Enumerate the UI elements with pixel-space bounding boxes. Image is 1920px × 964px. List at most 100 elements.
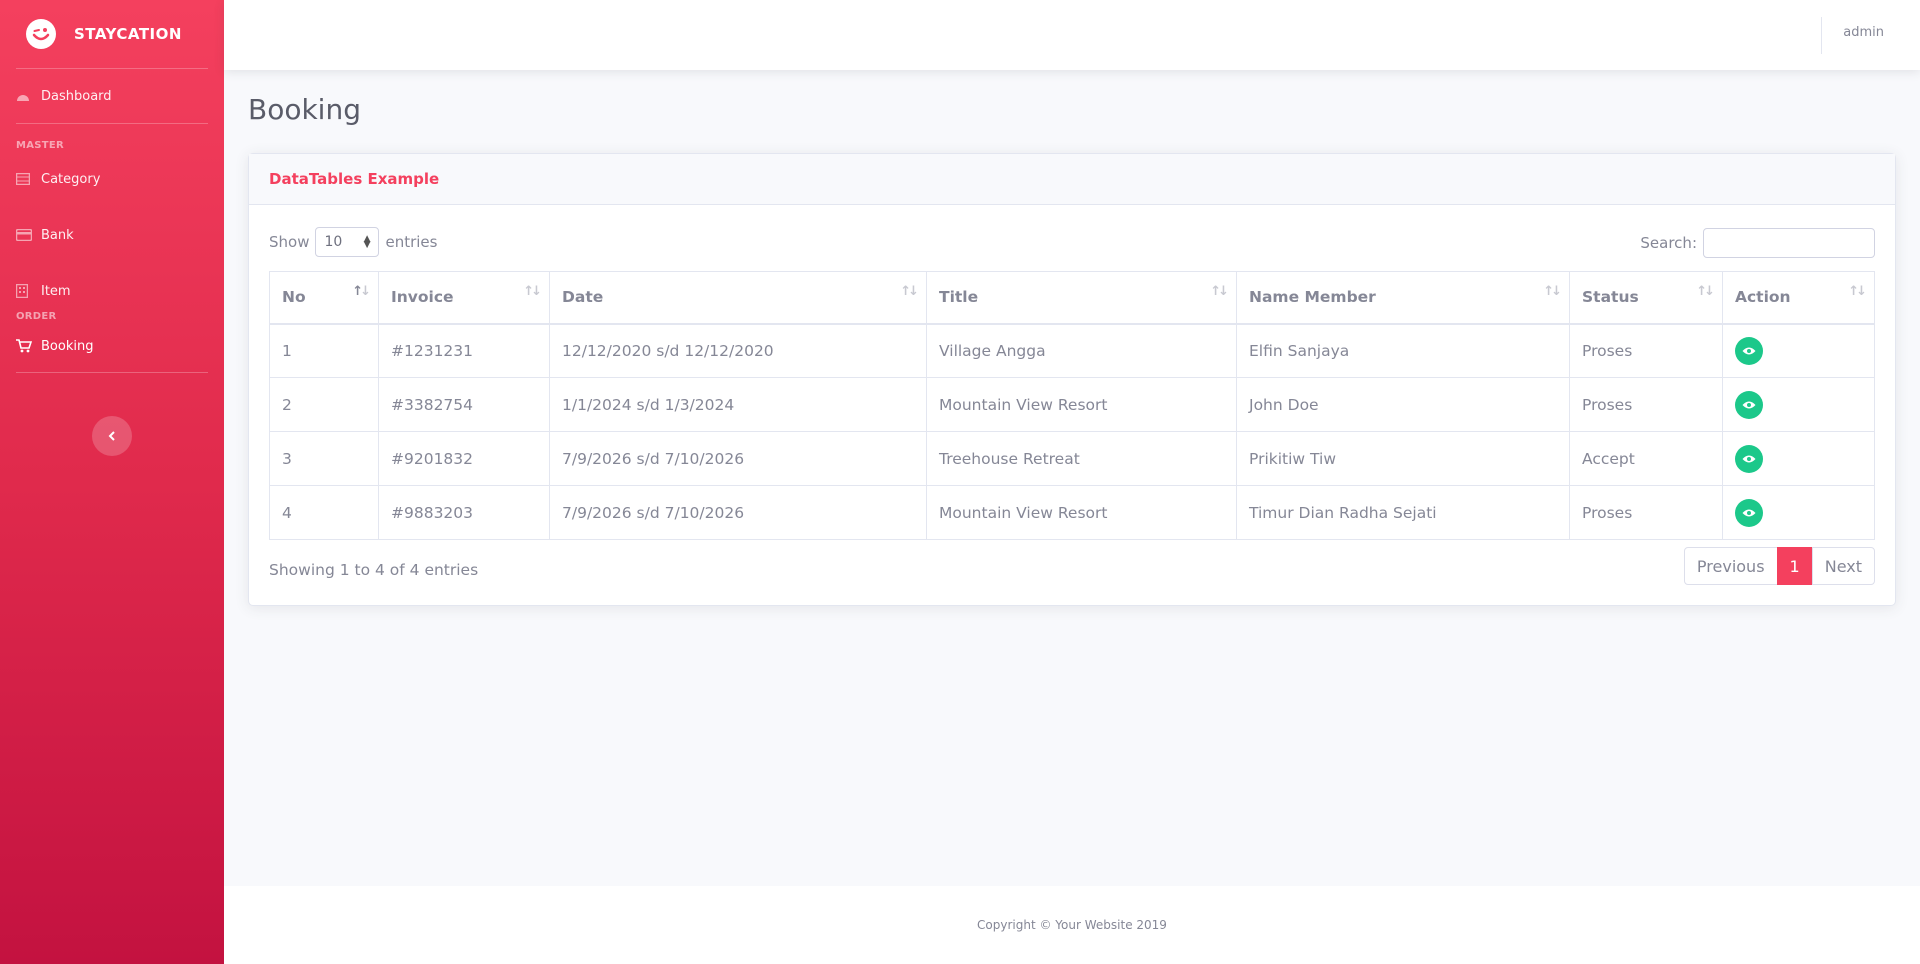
datatable-card: DataTables Example Show 10 ▲ ▼ entries Se…	[248, 153, 1896, 606]
credit-card-icon	[16, 229, 32, 241]
cell-invoice: #9201832	[378, 431, 550, 486]
entries-label: entries	[385, 233, 438, 251]
sidebar-heading-order: ORDER	[16, 311, 57, 322]
sidebar-item-bank[interactable]: Bank	[0, 207, 224, 263]
cell-status: Proses	[1569, 485, 1723, 540]
sidebar-item-label: Category	[41, 171, 101, 187]
cell-date: 7/9/2026 s/d 7/10/2026	[549, 431, 927, 486]
cell-status: Accept	[1569, 431, 1723, 486]
column-header-invoice[interactable]: Invoice ↑↓	[378, 271, 550, 325]
page-1-button[interactable]: 1	[1776, 547, 1813, 585]
view-button[interactable]	[1735, 444, 1763, 473]
brand-logo-icon	[26, 19, 56, 49]
column-header-date[interactable]: Date ↑↓	[549, 271, 927, 325]
view-button[interactable]	[1735, 498, 1763, 527]
column-header-label: Date	[562, 288, 604, 307]
cell-invoice: #3382754	[378, 377, 550, 432]
search-label: Search:	[1640, 234, 1697, 252]
cell-invoice: #9883203	[378, 485, 550, 540]
search-input[interactable]	[1703, 228, 1875, 258]
topbar: admin	[224, 0, 1920, 70]
search-filter: Search:	[1640, 227, 1875, 259]
table-controls: Show 10 ▲ ▼ entries Search:	[269, 227, 1875, 259]
column-header-label: Invoice	[391, 288, 454, 307]
brand[interactable]: STAYCATION	[0, 0, 224, 68]
table-row: 3 #9201832 7/9/2026 s/d 7/10/2026 Treeho…	[269, 431, 1875, 486]
eye-icon	[1742, 342, 1756, 360]
sidebar-divider	[16, 123, 208, 124]
column-header-action[interactable]: Action ↑↓	[1722, 271, 1875, 325]
view-button[interactable]	[1735, 390, 1763, 419]
sort-icon: ↑↓	[523, 284, 542, 299]
sidebar-divider	[16, 372, 208, 373]
column-header-label: Name Member	[1249, 288, 1376, 307]
cell-date: 1/1/2024 s/d 1/3/2024	[549, 377, 927, 432]
cell-no: 3	[269, 431, 379, 486]
cell-title: Mountain View Resort	[926, 485, 1237, 540]
cell-action	[1722, 377, 1875, 432]
entries-select-value: 10	[324, 234, 343, 250]
view-button[interactable]	[1735, 336, 1763, 365]
column-header-no[interactable]: No ↑↓	[269, 271, 379, 325]
booking-table: No ↑↓ Invoice ↑↓ Date ↑↓ Title ↑↓ Name Membe…	[269, 271, 1875, 540]
sidebar-item-category[interactable]: Category	[0, 151, 224, 207]
table-row: 1 #1231231 12/12/2020 s/d 12/12/2020 Vil…	[269, 323, 1875, 378]
topbar-divider	[1821, 17, 1822, 54]
sort-icon: ↑↓	[1848, 284, 1867, 299]
cell-date: 12/12/2020 s/d 12/12/2020	[549, 323, 927, 378]
sidebar: STAYCATION Dashboard MASTER Category Ban…	[0, 0, 224, 964]
table-info: Showing 1 to 4 of 4 entries	[269, 561, 479, 579]
eye-icon	[1742, 504, 1756, 522]
page-title: Booking	[248, 93, 361, 126]
column-header-label: No	[282, 288, 306, 307]
sidebar-item-label: Booking	[41, 338, 94, 354]
cell-member: Elfin Sanjaya	[1236, 323, 1570, 378]
cell-invoice: #1231231	[378, 323, 550, 378]
copyright-text: Copyright © Your Website 2019	[977, 918, 1167, 932]
sort-icon: ↑↓	[1696, 284, 1715, 299]
user-menu[interactable]: admin	[1843, 25, 1884, 40]
table-icon	[16, 173, 32, 185]
column-header-label: Action	[1735, 288, 1791, 307]
cell-member: John Doe	[1236, 377, 1570, 432]
column-header-name-member[interactable]: Name Member ↑↓	[1236, 271, 1570, 325]
pagination: Previous 1 Next	[1683, 547, 1875, 585]
column-header-label: Status	[1582, 288, 1639, 307]
cell-action	[1722, 485, 1875, 540]
cell-title: Mountain View Resort	[926, 377, 1237, 432]
building-icon	[16, 284, 32, 298]
cell-no: 1	[269, 323, 379, 378]
sort-asc-icon: ↑↓	[352, 284, 371, 299]
entries-select[interactable]: 10 ▲ ▼	[315, 227, 380, 257]
card-title: DataTables Example	[249, 154, 1895, 205]
show-label: Show	[269, 233, 310, 251]
footer: Copyright © Your Website 2019	[224, 886, 1920, 964]
eye-icon	[1742, 450, 1756, 468]
sidebar-item-booking[interactable]: Booking	[0, 322, 224, 370]
sidebar-item-dashboard[interactable]: Dashboard	[0, 69, 224, 123]
chevron-left-icon	[107, 427, 117, 446]
sidebar-item-label: Item	[41, 283, 71, 299]
previous-page-button[interactable]: Previous	[1683, 547, 1778, 585]
cell-no: 4	[269, 485, 379, 540]
column-header-title[interactable]: Title ↑↓	[926, 271, 1237, 325]
entries-length: Show 10 ▲ ▼ entries	[269, 227, 437, 257]
column-header-status[interactable]: Status ↑↓	[1569, 271, 1723, 325]
eye-icon	[1742, 396, 1756, 414]
cell-title: Treehouse Retreat	[926, 431, 1237, 486]
table-row: 2 #3382754 1/1/2024 s/d 1/3/2024 Mountai…	[269, 377, 1875, 432]
cell-action	[1722, 323, 1875, 378]
sidebar-item-label: Bank	[41, 227, 74, 243]
cell-date: 7/9/2026 s/d 7/10/2026	[549, 485, 927, 540]
sort-icon: ↑↓	[1543, 284, 1562, 299]
sort-icon: ↑↓	[1210, 284, 1229, 299]
next-page-button[interactable]: Next	[1811, 547, 1875, 585]
shopping-cart-icon	[16, 339, 32, 353]
cell-member: Timur Dian Radha Sejati	[1236, 485, 1570, 540]
sidebar-item-label: Dashboard	[41, 88, 112, 104]
sidebar-toggle-button[interactable]	[92, 416, 132, 456]
cell-no: 2	[269, 377, 379, 432]
select-caret-icon: ▲ ▼	[363, 234, 371, 250]
cell-status: Proses	[1569, 377, 1723, 432]
brand-name: STAYCATION	[74, 25, 182, 43]
